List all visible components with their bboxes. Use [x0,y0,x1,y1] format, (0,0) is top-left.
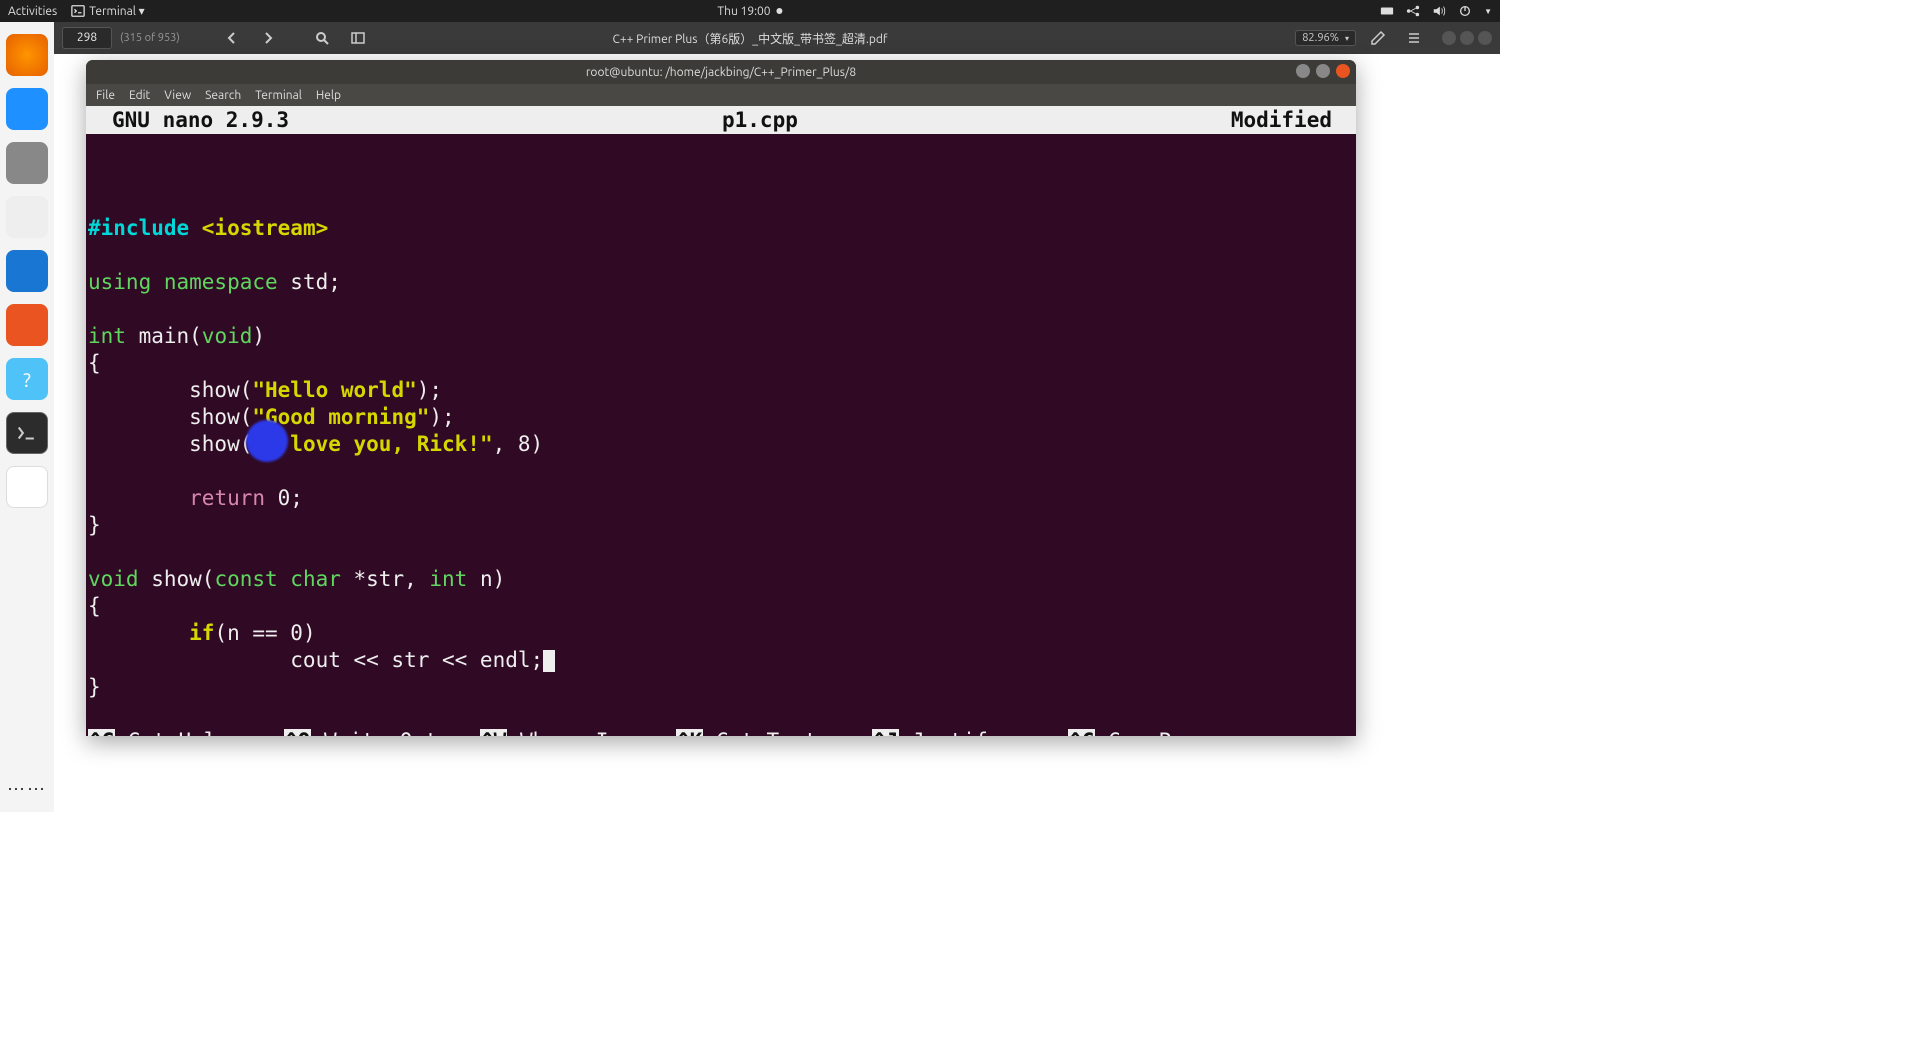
code-line: if(n == 0) [88,621,316,645]
window-controls [1442,31,1492,45]
pdf-toolbar: 298 (315 of 953) C++ Primer Plus（第6版）_中文… [54,22,1500,54]
prev-page-button[interactable] [218,25,246,51]
terminal-icon [71,4,85,18]
terminal-titlebar[interactable]: root@ubuntu: /home/jackbing/C++_Primer_P… [86,60,1356,84]
page-total-label: (315 of 953) [120,32,210,44]
dock-software[interactable] [6,304,48,346]
nano-shortcut: ^O Write Out [284,728,480,736]
code-line: #include <iostream> [88,216,328,240]
menu-edit[interactable]: Edit [129,89,150,102]
text-cursor [543,650,555,672]
dock-app[interactable] [6,466,48,508]
minimize-button[interactable] [1442,31,1456,45]
sidebar-button[interactable] [344,25,372,51]
footer-row: ^G Get Help^O Write Out^W Where Is^K Cut… [88,728,1354,736]
code-line: show("I love you, Rick!", 8) [88,432,543,456]
nano-app-label: GNU nano 2.9.3 [90,108,289,132]
code-line: { [88,594,101,618]
menu-icon [1406,30,1422,46]
dock-thunderbird[interactable] [6,88,48,130]
nano-shortcut: ^W Where Is [480,728,676,736]
terminal-icon [16,424,38,442]
code-line: } [88,513,101,537]
chevron-right-icon [260,30,276,46]
terminal-close-button[interactable] [1336,64,1350,78]
code-line: void show(const char *str, int n) [88,567,505,591]
menu-terminal[interactable]: Terminal [255,89,302,102]
terminal-menubar: File Edit View Search Terminal Help [86,84,1356,106]
chevron-left-icon [224,30,240,46]
power-icon [1458,4,1472,18]
nano-titlebar: GNU nano 2.9.3 p1.cpp Modified [86,106,1356,134]
code-line: int main(void) [88,324,265,348]
network-icon [1406,4,1420,18]
nano-shortcut: ^C Cur Pos [1068,728,1264,736]
zoom-selector[interactable]: 82.96% ▾ [1295,30,1356,46]
chevron-down-icon: ▼ [1484,7,1492,16]
code-line: return 0; [88,486,303,510]
menu-view[interactable]: View [164,89,191,102]
annotate-button[interactable] [1364,25,1392,51]
code-line [88,459,101,483]
nano-shortcut: ^G Get Help [88,728,284,736]
chevron-down-icon: ▾ [1345,34,1349,43]
nano-shortcut: ^K Cut Text [676,728,872,736]
nano-footer: ^G Get Help^O Write Out^W Where Is^K Cut… [86,674,1356,736]
nano-filename: p1.cpp [289,108,1231,132]
search-icon [314,30,330,46]
code-line: show("Hello world"); [88,378,442,402]
nano-shortcut: ^J Justify [872,728,1068,736]
code-line [88,189,101,213]
code-line [88,540,101,564]
maximize-button[interactable] [1460,31,1474,45]
terminal-window: root@ubuntu: /home/jackbing/C++_Primer_P… [86,60,1356,736]
code-line: } [88,675,101,699]
sound-icon [1432,4,1446,18]
system-tray[interactable]: ▼ [1380,4,1492,18]
hamburger-button[interactable] [1400,25,1428,51]
search-button[interactable] [308,25,336,51]
close-button[interactable] [1478,31,1492,45]
document-title: C++ Primer Plus（第6版）_中文版_带书签_超清.pdf [613,30,888,47]
dock-help[interactable]: ? [6,358,48,400]
dock-terminal[interactable] [6,412,48,454]
editor-area[interactable]: #include <iostream> using namespace std;… [86,134,1356,674]
dock-files[interactable] [6,142,48,184]
code-line [88,297,101,321]
terminal-maximize-button[interactable] [1316,64,1330,78]
app-menu[interactable]: Terminal ▾ [71,4,144,18]
dock-rhythmbox[interactable] [6,196,48,238]
code-line [88,243,101,267]
code-line: using namespace std; [88,270,341,294]
clock[interactable]: Thu 19:00 [717,5,782,18]
dock: ? ⋯⋯ [0,22,54,812]
nano-status: Modified [1231,108,1352,132]
gnome-topbar: Activities Terminal ▾ Thu 19:00 ▼ [0,0,1500,22]
terminal-minimize-button[interactable] [1296,64,1310,78]
dock-firefox[interactable] [6,34,48,76]
page-number-input[interactable]: 298 [62,27,112,49]
cursor-highlight [246,420,288,462]
pencil-icon [1370,30,1386,46]
activities-button[interactable]: Activities [8,5,57,18]
next-page-button[interactable] [254,25,282,51]
dock-writer[interactable] [6,250,48,292]
menu-search[interactable]: Search [205,89,241,102]
show-apps-button[interactable]: ⋯⋯ [7,779,47,800]
code-line: { [88,351,101,375]
menu-help[interactable]: Help [316,89,341,102]
menu-file[interactable]: File [96,89,115,102]
keyboard-icon [1380,4,1394,18]
panel-icon [350,30,366,46]
code-line: cout << str << endl; [88,648,555,672]
